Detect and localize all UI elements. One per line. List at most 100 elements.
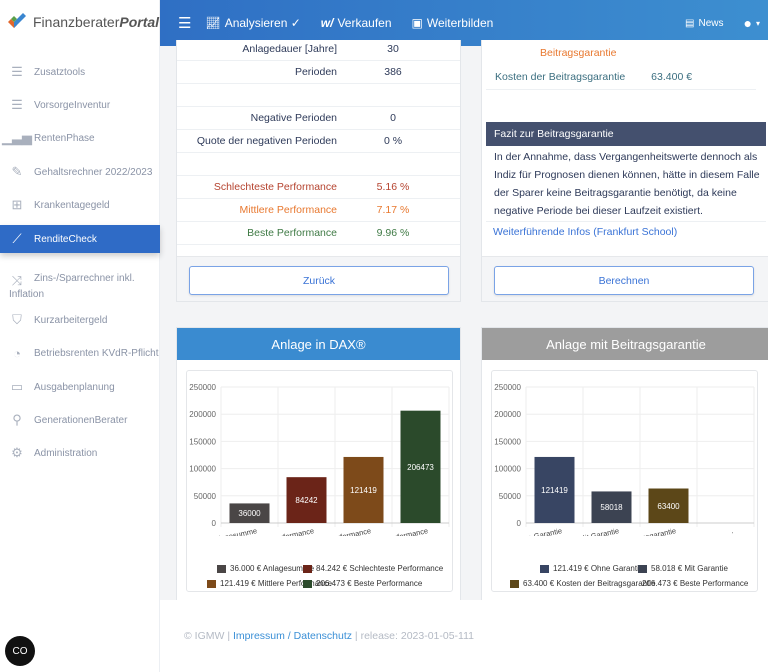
nav-news[interactable]: ▤ News bbox=[685, 18, 723, 29]
cookie-icon: CO bbox=[12, 645, 28, 657]
list-icon: ☰ bbox=[11, 97, 23, 112]
y-tick-label: 200000 bbox=[494, 410, 521, 419]
sidebar-item-label: RenditeCheck bbox=[34, 233, 97, 245]
sidebar-item-zusatztools[interactable]: ☰ Zusatztools bbox=[0, 58, 160, 86]
sidebar-item-generationenberater[interactable]: ⚲ GenerationenBerater bbox=[0, 406, 160, 434]
signature-icon: w/ bbox=[320, 16, 334, 30]
row-label: Schlechteste Performance bbox=[213, 181, 337, 193]
sidebar-item-label: Kurzarbeitergeld bbox=[34, 314, 108, 326]
row-value: 9.96 % bbox=[376, 227, 410, 239]
nav-label: News bbox=[698, 17, 724, 29]
list-icon: ☰ bbox=[11, 64, 23, 79]
sidebar-item-renditecheck[interactable]: ⟋ RenditeCheck bbox=[0, 225, 160, 253]
bar-chart: 050000100000150000200000250000121419Ohne… bbox=[494, 383, 755, 554]
cost-value: 63.400 € bbox=[651, 70, 693, 83]
sidebar-item-label: Betriebsrenten KVdR-Pflicht bbox=[34, 347, 159, 359]
sidebar-item-label: Ausgabenplanung bbox=[34, 381, 115, 393]
row-value: 5.16 % bbox=[376, 181, 410, 193]
nav-label: Verkaufen bbox=[337, 16, 392, 30]
chart-box: 0 50000 100000 150000 200000 250000 36000 Anlag… bbox=[186, 370, 453, 592]
sidebar-item-label: RentenPhase bbox=[34, 132, 95, 144]
row-label: Mittlere Performance bbox=[239, 204, 337, 216]
row-value: 0 % bbox=[383, 135, 403, 147]
shuffle-icon: ⤨ bbox=[11, 273, 23, 288]
legend-item[interactable]: 84.242 € Schlechteste Performance bbox=[303, 564, 443, 573]
hamburger-menu-icon[interactable]: ☰ bbox=[178, 14, 191, 32]
bar-data-label: 206473 bbox=[407, 463, 434, 472]
cookie-consent-button[interactable]: CO bbox=[5, 636, 35, 666]
user-menu[interactable]: ● ▾ bbox=[744, 15, 760, 31]
nav-verkaufen[interactable]: w/Verkaufen bbox=[321, 16, 392, 30]
legend-item[interactable]: 63.400 € Kosten der Beitragsgarantie bbox=[510, 579, 656, 588]
card-footer: Berechnen bbox=[482, 256, 768, 301]
table-row bbox=[177, 84, 460, 107]
sidebar-item-administration[interactable]: ⚙ Administration bbox=[0, 439, 160, 467]
legend-item[interactable]: 206.473 € Beste Performance bbox=[642, 579, 748, 588]
impressum-link[interactable]: Impressum / Datenschutz bbox=[233, 630, 352, 642]
legend-item[interactable]: 206.473 € Beste Performance bbox=[303, 579, 422, 588]
y-tick-label: 200000 bbox=[189, 410, 216, 419]
copyright: © IGMW | bbox=[184, 630, 233, 642]
nav-label: Weiterbilden bbox=[426, 16, 494, 30]
y-tick-label: 100000 bbox=[494, 465, 521, 474]
gear-icon: ⚙ bbox=[11, 445, 23, 460]
chart-title: Anlage mit Beitragsgarantie bbox=[482, 328, 768, 360]
sidebar-item-rentenphase[interactable]: ▁▃▅ RentenPhase bbox=[0, 124, 160, 152]
sidebar: FinanzberaterPortal ☰ Zusatztools ☰ Vorsorg… bbox=[0, 0, 160, 672]
legend-swatch bbox=[638, 564, 647, 573]
y-tick-label: 250000 bbox=[494, 383, 521, 392]
row-value: 30 bbox=[387, 43, 399, 55]
x-tick-label: Mit Garantie bbox=[578, 526, 620, 536]
chevron-down-icon: ▾ bbox=[755, 18, 760, 28]
page-footer: © IGMW | Impressum / Datenschutz | relea… bbox=[160, 600, 768, 672]
legend-item[interactable]: 36.000 € Anlagesumme bbox=[217, 564, 314, 573]
sidebar-item-label: Gehaltsrechner 2022/2023 bbox=[34, 166, 153, 178]
table-row: Beste Performance 9.96 % bbox=[177, 222, 460, 245]
divider bbox=[486, 221, 766, 222]
legend-swatch bbox=[217, 564, 226, 573]
sidebar-item-label: VorsorgeInventur bbox=[34, 99, 111, 111]
sidebar-item-label: Zins-/Sparrechner inkl. bbox=[34, 273, 135, 284]
legend-item[interactable]: 121.419 € Ohne Garantie bbox=[540, 564, 643, 573]
logo-icon bbox=[8, 13, 26, 28]
row-label: Perioden bbox=[294, 66, 337, 78]
presentation-icon: ▣ bbox=[411, 16, 423, 30]
nav-weiterbilden[interactable]: ▣ Weiterbilden bbox=[412, 16, 494, 30]
row-label: Anlagedauer [Jahre] bbox=[242, 43, 337, 55]
table-row bbox=[177, 153, 460, 176]
legend-swatch bbox=[510, 579, 519, 588]
y-tick-label: 0 bbox=[517, 519, 522, 528]
back-button[interactable]: Zurück bbox=[189, 266, 449, 295]
table-row: Mittlere Performance 7.17 % bbox=[177, 199, 460, 222]
sidebar-item-label: Zusatztools bbox=[34, 66, 86, 78]
legend-label: 58.018 € Mit Garantie bbox=[651, 564, 728, 573]
legend-label: 84.242 € Schlechteste Performance bbox=[316, 564, 444, 573]
sidebar-item-krankentagegeld[interactable]: ⊞ Krankentagegeld bbox=[0, 191, 160, 219]
legend-item[interactable]: 58.018 € Mit Garantie bbox=[638, 564, 728, 573]
sidebar-item-vorsorgeinventur[interactable]: ☰ VorsorgeInventur bbox=[0, 91, 160, 119]
sidebar-item-label: GenerationenBerater bbox=[34, 414, 128, 426]
sidebar-item-ausgabenplanung[interactable]: ▭ Ausgabenplanung bbox=[0, 373, 160, 401]
sidebar-item-betriebsrenten-kvdr-pflicht[interactable]: ◔ Betriebsrenten KVdR-Pflicht bbox=[0, 339, 160, 367]
sidebar-item-zins-sparrechner-inkl-[interactable]: ⤨ Zins-/Sparrechner inkl. Inflation bbox=[0, 265, 160, 300]
legend-label: 206.473 € Beste Performance bbox=[316, 579, 423, 588]
pin-icon: ⚲ bbox=[12, 412, 22, 427]
y-tick-label: 50000 bbox=[194, 492, 217, 501]
trend-icon: ⟋ bbox=[12, 231, 22, 246]
guarantee-label: Beitragsgarantie bbox=[540, 47, 617, 59]
table-row: Perioden 386 bbox=[177, 61, 460, 84]
chart-card-guarantee: Anlage mit Beitragsgarantie 0 50000 100000… bbox=[481, 327, 768, 607]
bar-data-label: 121419 bbox=[541, 486, 568, 495]
guarantee-card: Beitragsgarantie Kosten der Beitragsgara… bbox=[481, 40, 768, 302]
bar-chart-icon: ▁▃▅ bbox=[2, 130, 32, 145]
logo[interactable]: FinanzberaterPortal bbox=[6, 12, 159, 32]
legend-swatch bbox=[303, 579, 312, 588]
sidebar-item-gehaltsrechner-2022-2023[interactable]: ✎ Gehaltsrechner 2022/2023 bbox=[0, 158, 160, 186]
calculate-button[interactable]: Berechnen bbox=[494, 266, 754, 295]
row-value: 386 bbox=[384, 66, 402, 78]
nav-label: Analysieren ✓ bbox=[224, 16, 301, 30]
fazit-text: In der Annahme, dass Vergangenheitswerte… bbox=[494, 151, 760, 217]
nav-analysieren[interactable]: 📈︎ Analysieren ✓ bbox=[205, 16, 300, 30]
info-link[interactable]: Weiterführende Infos (Frankfurt School) bbox=[493, 226, 677, 238]
sidebar-item-kurzarbeitergeld[interactable]: ⛉ Kurzarbeitergeld bbox=[0, 306, 160, 334]
